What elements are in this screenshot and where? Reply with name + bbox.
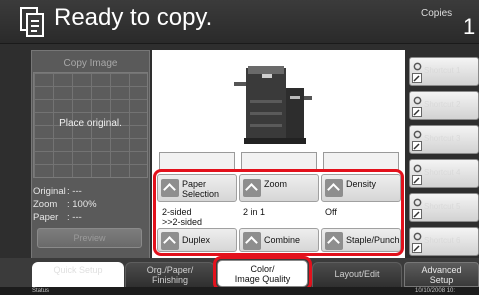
gear-icon [413, 232, 422, 241]
tab-label: Quick Setup [53, 265, 103, 275]
gear-icon [413, 96, 422, 105]
copier-machine-image [234, 66, 312, 144]
preview-button[interactable]: Preview [37, 228, 142, 248]
info-row-zoom: Zoom : 100% [33, 199, 97, 210]
shortcut-label: Shortcut 4 [424, 168, 461, 177]
tab-quick-setup[interactable]: Quick Setup [32, 262, 124, 287]
tab-label: Layout/Edit [334, 269, 380, 279]
shortcut-3-button[interactable]: Shortcut 3 [409, 125, 479, 154]
gear-icon [413, 130, 422, 139]
info-row-paper: Paper : --- [33, 212, 82, 223]
tab-layout-edit[interactable]: Layout/Edit [312, 262, 402, 287]
options-highlight-frame [153, 169, 404, 256]
shortcut-label: Shortcut 2 [424, 100, 461, 109]
status-bar [0, 287, 479, 295]
info-value: : --- [67, 212, 82, 223]
copies-label: Copies [421, 8, 453, 19]
info-key: Zoom [33, 199, 58, 210]
tab-org-paper-finishing[interactable]: Org./Paper/Finishing [125, 262, 215, 287]
page-title: Ready to copy. [54, 4, 213, 31]
gear-icon [413, 198, 422, 207]
shortcut-2-button[interactable]: Shortcut 2 [409, 91, 479, 120]
shortcut-4-button[interactable]: Shortcut 4 [409, 159, 479, 188]
shortcut-1-button[interactable]: Shortcut 1 [409, 57, 479, 86]
info-key: Original [33, 186, 66, 197]
place-original-message: Place original. [59, 118, 122, 129]
edit-icon [412, 141, 422, 151]
advanced-label-line-1: Advanced [421, 265, 462, 275]
copy-image-label: Copy Image [63, 58, 118, 69]
shortcut-6-button[interactable]: Shortcut 6 [409, 227, 479, 256]
shortcut-label: Shortcut 3 [424, 134, 461, 143]
info-row-original: Original: --- [33, 186, 82, 197]
edit-icon [412, 73, 422, 83]
info-value: : --- [67, 186, 82, 197]
tab-label-line-1: Org./Paper/ [146, 265, 194, 275]
copy-icon [20, 7, 44, 37]
copies-count[interactable]: 1 [463, 14, 475, 40]
status-button[interactable]: Status [32, 287, 49, 295]
tab-label-line-2: Finishing [151, 275, 189, 285]
advanced-setup-button[interactable]: Advanced Setup [404, 262, 479, 287]
edit-icon [412, 243, 422, 253]
gear-icon [413, 164, 422, 173]
shortcut-label: Shortcut 1 [424, 66, 461, 75]
shortcut-label: Shortcut 6 [424, 236, 461, 245]
edit-icon [412, 209, 422, 219]
color-tab-highlight-frame [213, 256, 312, 291]
edit-icon [412, 107, 422, 117]
edit-icon [412, 175, 422, 185]
info-key: Paper [33, 212, 59, 223]
info-value: : 100% [67, 199, 97, 210]
gear-icon [413, 62, 422, 71]
date-time: 10/10/2008 10: [415, 288, 456, 294]
shortcut-label: Shortcut 5 [424, 202, 461, 211]
shortcut-5-button[interactable]: Shortcut 5 [409, 193, 479, 222]
advanced-label-line-2: Setup [429, 275, 454, 285]
